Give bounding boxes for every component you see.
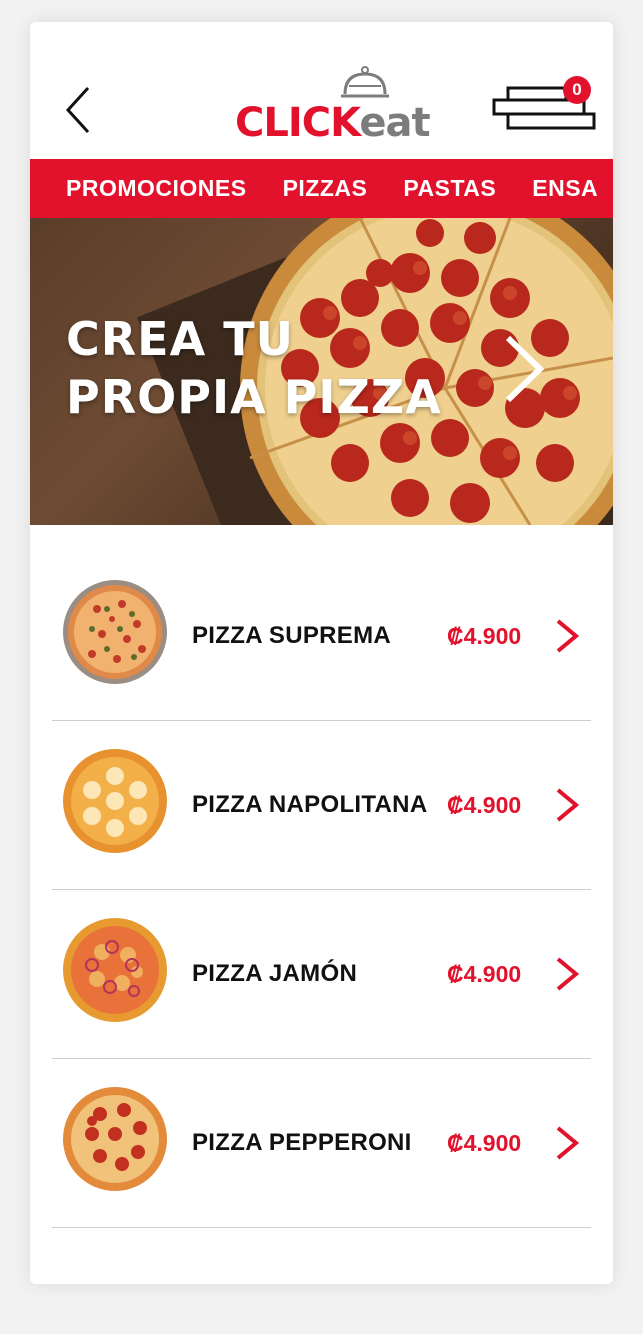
logo-text-eat: eat — [359, 100, 430, 146]
category-nav: PROMOCIONES PIZZAS PASTAS ENSA — [30, 159, 613, 218]
product-name: PIZZA NAPOLITANA — [192, 791, 428, 818]
pizza-jamon-image — [63, 918, 167, 1022]
banner-title-line1: CREA TU — [66, 312, 294, 366]
back-chevron-icon — [65, 86, 90, 134]
product-name: PIZZA SUPREMA — [192, 622, 392, 649]
product-item-jamon[interactable]: PIZZA JAMÓN ₡4.900 — [52, 890, 591, 1059]
create-pizza-banner[interactable]: CREA TU PROPIA PIZZA — [30, 218, 613, 525]
chevron-right-icon — [556, 957, 580, 991]
pizza-suprema-image — [63, 580, 167, 684]
chevron-right-icon — [505, 335, 545, 403]
logo-text-cli: CLI — [235, 100, 303, 146]
logo-text-k: K — [330, 100, 360, 146]
nav-item-pastas[interactable]: PASTAS — [385, 175, 514, 202]
cart-button[interactable]: 0 — [492, 76, 600, 136]
logo-text-fork: C — [301, 100, 331, 146]
product-list: PIZZA SUPREMA ₡4.900 PIZZA NAPOLITANA ₡4… — [52, 552, 591, 1228]
logo-wordmark: CLICKeat — [235, 100, 431, 146]
pizza-napolitana-image — [63, 749, 167, 853]
cart-count-badge: 0 — [563, 76, 591, 104]
app-screen: CLICKeat 0 PROMOCIONES PIZZAS PASTAS ENS… — [30, 22, 613, 1284]
banner-title: CREA TU PROPIA PIZZA — [66, 310, 442, 426]
product-item-suprema[interactable]: PIZZA SUPREMA ₡4.900 — [52, 552, 591, 721]
product-price: ₡4.900 — [447, 791, 522, 818]
product-price: ₡4.900 — [447, 622, 522, 649]
nav-item-ensaladas[interactable]: ENSA — [514, 175, 613, 202]
pizza-pepperoni-image — [63, 1087, 167, 1191]
product-price: ₡4.900 — [447, 1129, 522, 1156]
banner-title-line2: PROPIA PIZZA — [66, 370, 442, 424]
back-button[interactable] — [58, 84, 98, 136]
nav-item-pizzas[interactable]: PIZZAS — [265, 175, 386, 202]
product-price: ₡4.900 — [447, 960, 522, 987]
product-name: PIZZA JAMÓN — [192, 960, 358, 987]
chevron-right-icon — [556, 619, 580, 653]
chevron-right-icon — [556, 788, 580, 822]
chevron-right-icon — [556, 1126, 580, 1160]
nav-item-promociones[interactable]: PROMOCIONES — [30, 175, 265, 202]
header: CLICKeat 0 — [30, 22, 613, 159]
product-item-napolitana[interactable]: PIZZA NAPOLITANA ₡4.900 — [52, 721, 591, 890]
clickeat-logo: CLICKeat — [235, 66, 431, 146]
product-item-pepperoni[interactable]: PIZZA PEPPERONI ₡4.900 — [52, 1059, 591, 1228]
product-name: PIZZA PEPPERONI — [192, 1129, 412, 1156]
